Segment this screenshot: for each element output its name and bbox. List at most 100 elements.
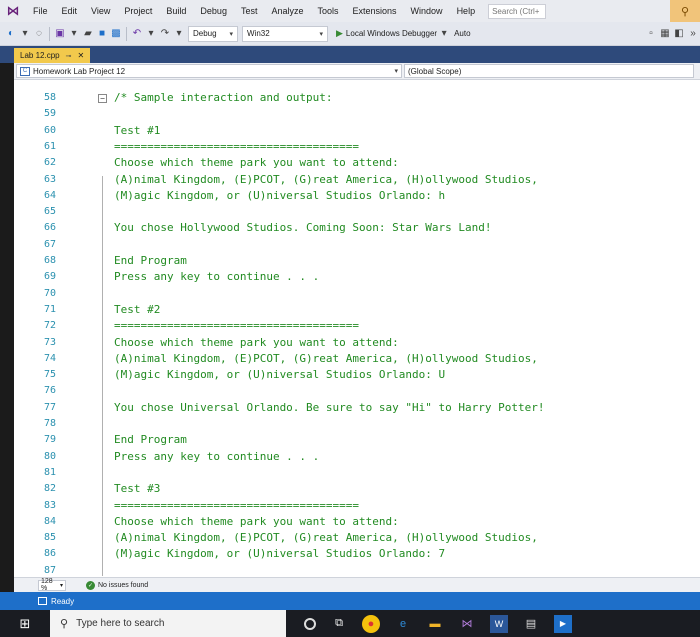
code-line[interactable]: 84 Choose which theme park you want to at…	[14, 514, 700, 530]
code-line[interactable]: 82 Test #3	[14, 481, 700, 497]
chrome-icon[interactable]: ●	[362, 614, 380, 633]
menu-file[interactable]: File	[26, 6, 55, 16]
cortana-icon[interactable]	[304, 617, 316, 630]
code-line[interactable]: 60 Test #1	[14, 123, 700, 139]
zoom-select[interactable]: 128 % ▾	[38, 578, 66, 592]
pin-icon[interactable]: ⊸	[66, 52, 72, 60]
menu-edit[interactable]: Edit	[55, 6, 85, 16]
visual-studio-code-icon[interactable]: ▶	[554, 614, 572, 633]
redo-icon[interactable]: ↷	[158, 25, 172, 43]
code-line[interactable]: 76	[14, 383, 700, 399]
scope-select[interactable]: (Global Scope)	[404, 64, 694, 78]
overflow-icon[interactable]: »	[686, 25, 700, 43]
menu-tools[interactable]: Tools	[311, 6, 346, 16]
code-text: (M)agic Kingdom, or (U)niversal Studios …	[114, 547, 446, 561]
code-line[interactable]: 62 Choose which theme park you want to at…	[14, 155, 700, 171]
solution-configuration-select[interactable]: Debug ▾	[188, 25, 238, 42]
project-select[interactable]: C Homework Lab Project 12 ▾	[16, 64, 402, 78]
code-line[interactable]: 66 You chose Hollywood Studios. Coming So…	[14, 220, 700, 236]
dropdown-arrow-icon[interactable]: ▾	[144, 25, 158, 43]
search-icon[interactable]: ⚲	[670, 0, 700, 22]
dropdown-arrow-icon[interactable]: ▾	[67, 25, 81, 43]
tab-lab12-cpp[interactable]: Lab 12.cpp ⊸ ✕	[14, 48, 91, 63]
issues-indicator[interactable]: ✓ No issues found	[86, 580, 148, 590]
code-line[interactable]: 68 End Program	[14, 253, 700, 269]
menu-project[interactable]: Project	[117, 6, 159, 16]
solution-platform-select[interactable]: Win32 ▾	[242, 25, 328, 42]
code-line[interactable]: 72 =====================================	[14, 318, 700, 334]
code-line[interactable]: 67	[14, 237, 700, 253]
line-number: 67	[44, 238, 57, 250]
dropdown-arrow-icon[interactable]: ▾	[18, 25, 32, 43]
back-navigation-icon[interactable]: ◐	[4, 25, 18, 43]
line-number: 77	[44, 401, 57, 413]
code-line[interactable]: 87	[14, 563, 700, 577]
store-icon[interactable]: ▤	[522, 615, 540, 633]
dropdown-arrow-icon[interactable]: ▾	[437, 25, 451, 43]
line-number: 60	[44, 124, 57, 136]
code-line[interactable]: 61 =====================================	[14, 139, 700, 155]
new-project-icon[interactable]: ▣	[53, 25, 67, 43]
close-icon[interactable]: ✕	[77, 51, 84, 60]
edge-icon[interactable]: e	[394, 615, 412, 633]
code-line[interactable]: 86 (M)agic Kingdom, or (U)niversal Studio…	[14, 546, 700, 562]
undo-icon[interactable]: ↶	[130, 25, 144, 43]
solution-explorer-icon[interactable]: ▦	[658, 25, 672, 43]
visual-studio-logo-icon: ⋈	[6, 3, 20, 18]
line-number: 64	[44, 189, 57, 201]
code-line[interactable]: 65	[14, 204, 700, 220]
search-input[interactable]: Search (Ctrl+	[488, 3, 547, 19]
menu-help[interactable]: Help	[450, 6, 483, 16]
code-line[interactable]: 69 Press any key to continue . . .	[14, 269, 700, 285]
save-icon[interactable]: ■	[95, 25, 109, 43]
visual-studio-icon[interactable]: ⋈	[458, 615, 476, 633]
code-line[interactable]: 81	[14, 465, 700, 481]
toolbox-icon[interactable]: ◧	[672, 25, 686, 43]
menu-debug[interactable]: Debug	[193, 6, 234, 16]
task-view-icon[interactable]: ⧉	[330, 615, 348, 633]
code-line[interactable]: 73 Choose which theme park you want to at…	[14, 335, 700, 351]
menu-test[interactable]: Test	[234, 6, 265, 16]
menu-window[interactable]: Window	[404, 6, 450, 16]
code-line[interactable]: 79 End Program	[14, 432, 700, 448]
open-folder-icon[interactable]: ▰	[81, 25, 95, 43]
tab-label: Lab 12.cpp	[20, 51, 60, 60]
forward-navigation-icon[interactable]: ◌	[32, 25, 46, 43]
start-debugging-icon[interactable]: ▶	[336, 28, 343, 39]
code-line[interactable]: 59	[14, 106, 700, 122]
code-line[interactable]: 70	[14, 286, 700, 302]
code-line[interactable]: 71 Test #2	[14, 302, 700, 318]
collapse-icon[interactable]: −	[98, 94, 107, 103]
file-explorer-icon[interactable]: ▬	[426, 615, 444, 633]
search-icon: ⚲	[60, 618, 69, 630]
code-line[interactable]: 78	[14, 416, 700, 432]
word-icon[interactable]: W	[490, 614, 508, 633]
menu-extensions[interactable]: Extensions	[346, 6, 404, 16]
code-line[interactable]: 58 −/* Sample interaction and output:	[14, 90, 700, 106]
taskbar-search-input[interactable]: ⚲ Type here to search	[50, 610, 286, 637]
save-all-icon[interactable]: ▩	[109, 25, 123, 43]
line-number: 70	[44, 287, 57, 299]
code-text: (A)nimal Kingdom, (E)PCOT, (G)reat Ameri…	[114, 531, 538, 545]
code-line[interactable]: 85 (A)nimal Kingdom, (E)PCOT, (G)reat Ame…	[14, 530, 700, 546]
code-line[interactable]: 80 Press any key to continue . . .	[14, 449, 700, 465]
find-icon[interactable]: ▫	[644, 25, 658, 43]
menu-build[interactable]: Build	[159, 6, 193, 16]
windows-start-icon[interactable]: ⊞	[0, 610, 50, 637]
code-line[interactable]: 63 (A)nimal Kingdom, (E)PCOT, (G)reat Ame…	[14, 172, 700, 188]
code-line[interactable]: 77 You chose Universal Orlando. Be sure t…	[14, 400, 700, 416]
debug-mode-select[interactable]: Auto	[454, 29, 470, 38]
code-editor[interactable]: 58 −/* Sample interaction and output: 59 60…	[14, 80, 700, 577]
taskbar-search-placeholder: Type here to search	[76, 618, 165, 629]
dropdown-arrow-icon[interactable]: ▾	[172, 25, 186, 43]
code-line[interactable]: 64 (M)agic Kingdom, or (U)niversal Studio…	[14, 188, 700, 204]
code-text: Choose which theme park you want to atte…	[114, 514, 399, 528]
code-line[interactable]: 74 (A)nimal Kingdom, (E)PCOT, (G)reat Ame…	[14, 351, 700, 367]
menu-analyze[interactable]: Analyze	[264, 6, 310, 16]
menu-view[interactable]: View	[84, 6, 117, 16]
status-bar: Ready	[0, 592, 700, 610]
code-text: Press any key to continue . . .	[114, 270, 320, 284]
code-line[interactable]: 83 =====================================	[14, 498, 700, 514]
start-debugger-button[interactable]: Local Windows Debugger	[346, 29, 437, 38]
code-line[interactable]: 75 (M)agic Kingdom, or (U)niversal Studio…	[14, 367, 700, 383]
